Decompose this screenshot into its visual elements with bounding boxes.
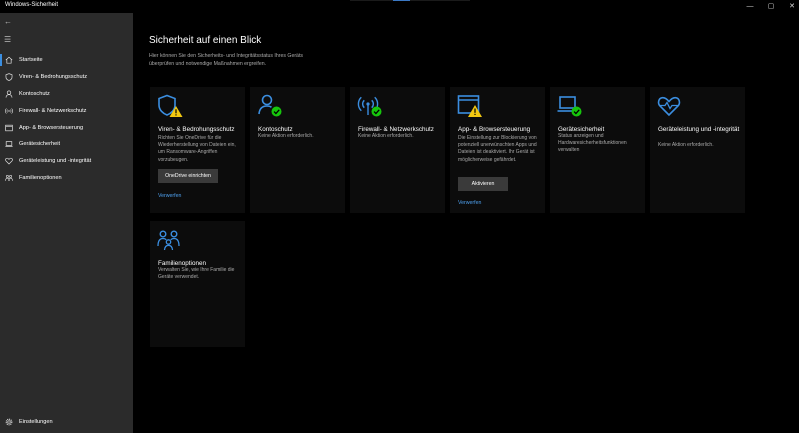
maximize-button[interactable]: ▢ — [760, 0, 782, 13]
sidebar-item-label: Firewall- & Netzwerkschutz — [19, 108, 87, 114]
tile-kontoschutz[interactable]: Kontoschutz Keine Aktion erforderlich. — [250, 87, 345, 213]
onedrive-setup-button[interactable]: OneDrive einrichten — [158, 169, 218, 183]
tile-title: Geräteleistung und -integrität — [658, 126, 740, 133]
hamburger-menu-icon[interactable]: ☰ — [4, 35, 16, 45]
dismiss-link[interactable]: Verwerfen — [458, 200, 481, 206]
tile-description: Richten Sie OneDrive für die Wiederherst… — [158, 135, 236, 163]
sidebar-item-geraetesicherheit[interactable]: Gerätesicherheit — [0, 137, 133, 151]
tile-description: Die Einstellung zur Blockierung von pote… — [458, 135, 537, 163]
sidebar-item-label: Startseite — [19, 57, 43, 63]
page-title: Sicherheit auf einen Blick — [149, 35, 262, 46]
tile-description: Keine Aktion erforderlich. — [658, 142, 714, 148]
window-title: Windows-Sicherheit — [5, 2, 59, 8]
app-browser-icon — [0, 124, 19, 132]
activate-button[interactable]: Aktivieren — [458, 177, 508, 191]
back-arrow-icon[interactable]: ← — [4, 17, 16, 27]
shield-icon — [0, 73, 19, 81]
main-content: Sicherheit auf einen Blick Hier können S… — [133, 13, 799, 433]
tile-geraetesicherheit[interactable]: Gerätesicherheit Status anzeigen und Har… — [550, 87, 645, 213]
tile-description: Verwalten Sie, wie Ihre Familie die Gerä… — [158, 267, 235, 281]
heart-icon — [0, 157, 19, 165]
minimize-button[interactable]: — — [739, 0, 761, 13]
title-bar-accent-highlight — [393, 0, 410, 1]
dismiss-link[interactable]: Verwerfen — [158, 193, 181, 199]
shield-warning-icon — [157, 94, 183, 118]
sidebar: ← ☰ Startseite Viren- & Bedrohungsschutz… — [0, 13, 133, 433]
tile-app-browsersteuerung[interactable]: App- & Browsersteuerung Die Einstellung … — [450, 87, 545, 213]
sidebar-item-geraeteleistung[interactable]: Geräteleistung und -integrität — [0, 154, 133, 168]
sidebar-item-firewall-netzwerkschutz[interactable]: Firewall- & Netzwerkschutz — [0, 104, 133, 118]
tile-viren-bedrohungsschutz[interactable]: Viren- & Bedrohungsschutz Richten Sie On… — [150, 87, 245, 213]
sidebar-item-einstellungen[interactable]: Einstellungen — [0, 415, 133, 429]
browser-warning-icon — [457, 94, 483, 118]
sidebar-item-label: App- & Browsersteuerung — [19, 125, 84, 131]
family-icon — [157, 228, 183, 252]
page-subtitle: Hier können Sie den Sicherheits- und Int… — [149, 53, 303, 67]
laptop-icon — [0, 140, 19, 148]
sidebar-item-viren-bedrohungsschutz[interactable]: Viren- & Bedrohungsschutz — [0, 70, 133, 84]
title-bar: Windows-Sicherheit — ▢ ✕ — [0, 0, 799, 13]
family-icon — [0, 174, 19, 182]
sidebar-item-label: Geräteleistung und -integrität — [19, 158, 92, 164]
title-bar-accent — [350, 0, 470, 1]
tile-firewall-netzwerkschutz[interactable]: Firewall- & Netzwerkschutz Keine Aktion … — [350, 87, 445, 213]
sidebar-item-label: Familienoptionen — [19, 175, 62, 181]
tile-geraeteleistung[interactable]: Geräteleistung und -integrität Keine Akt… — [650, 87, 745, 213]
person-check-icon — [257, 94, 283, 118]
sidebar-item-label: Gerätesicherheit — [19, 141, 61, 147]
sidebar-item-app-browsersteuerung[interactable]: App- & Browsersteuerung — [0, 121, 133, 135]
tile-familienoptionen[interactable]: Familienoptionen Verwalten Sie, wie Ihre… — [150, 221, 245, 347]
tile-title: App- & Browsersteuerung — [458, 126, 531, 133]
wifi-icon — [0, 107, 19, 115]
sidebar-item-label: Einstellungen — [19, 419, 53, 425]
sidebar-item-kontoschutz[interactable]: Kontoschutz — [0, 87, 133, 101]
sidebar-item-label: Kontoschutz — [19, 91, 50, 97]
laptop-check-icon — [557, 94, 583, 118]
tile-description: Keine Aktion erforderlich. — [358, 133, 414, 139]
home-icon — [0, 56, 19, 64]
tile-title: Viren- & Bedrohungsschutz — [158, 126, 235, 133]
close-button[interactable]: ✕ — [781, 0, 799, 13]
wifi-check-icon — [357, 94, 383, 118]
person-icon — [0, 90, 19, 98]
tile-description: Keine Aktion erforderlich. — [258, 133, 314, 139]
tile-description: Status anzeigen und Hardwaresicherheitsf… — [558, 133, 627, 154]
heart-pulse-icon — [657, 94, 683, 118]
sidebar-item-label: Viren- & Bedrohungsschutz — [19, 74, 87, 80]
sidebar-item-startseite[interactable]: Startseite — [0, 53, 133, 67]
gear-icon — [0, 418, 19, 426]
sidebar-item-familienoptionen[interactable]: Familienoptionen — [0, 171, 133, 185]
